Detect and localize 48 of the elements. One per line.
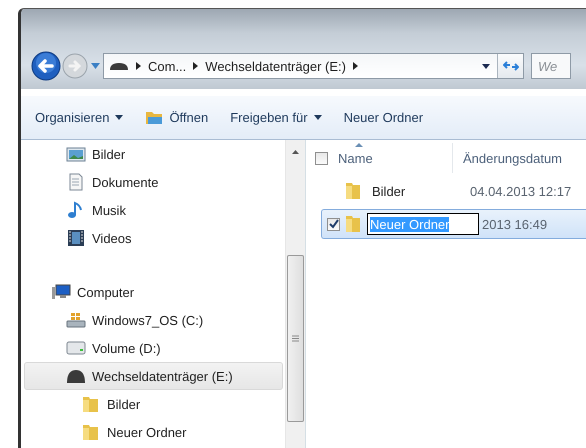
toolbar-button[interactable]: Neuer Ordner bbox=[344, 110, 424, 125]
computer-icon bbox=[51, 283, 71, 301]
tree-item[interactable]: Volume (D:) bbox=[24, 334, 283, 362]
caret-icon bbox=[115, 115, 124, 120]
column-header[interactable]: Änderungsdatum bbox=[463, 150, 562, 166]
tree-item[interactable]: Bilder bbox=[24, 140, 283, 168]
tree-item[interactable]: Neuer Ordner bbox=[24, 418, 283, 446]
film-icon bbox=[66, 229, 86, 247]
breadcrumb-link[interactable]: Wechseldatenträger (E:) bbox=[205, 58, 346, 74]
toolbar-button[interactable]: Organisieren bbox=[35, 110, 124, 125]
refresh-button[interactable] bbox=[497, 54, 523, 78]
address-bar[interactable]: Com... Wechseldatenträger (E:) bbox=[103, 53, 524, 79]
search-field[interactable]: We bbox=[531, 53, 571, 79]
drive-icon bbox=[109, 61, 129, 71]
scrollbar[interactable] bbox=[285, 140, 305, 448]
column-header[interactable]: Name bbox=[338, 150, 373, 166]
toolbar-button[interactable]: Freigeben für bbox=[230, 110, 322, 125]
scroll-up-arrow-icon[interactable] bbox=[292, 150, 299, 154]
chevron-icon[interactable] bbox=[136, 62, 141, 70]
drive-icon bbox=[66, 339, 86, 357]
scrollbar-thumb[interactable] bbox=[287, 255, 304, 422]
tree-item[interactable]: Computer bbox=[24, 278, 283, 306]
breadcrumb-link[interactable]: Com... bbox=[148, 58, 186, 74]
row-checkbox[interactable] bbox=[327, 218, 340, 230]
folder-icon bbox=[145, 110, 164, 125]
drive-icon bbox=[66, 311, 86, 329]
select-all-checkbox[interactable] bbox=[315, 152, 328, 164]
tree-item[interactable]: Windows7_OS (C:) bbox=[24, 306, 283, 334]
folder-icon bbox=[344, 215, 362, 233]
file-row[interactable]: Bilder 04.04.2013 12:17 bbox=[321, 176, 586, 206]
caret-icon bbox=[314, 115, 322, 120]
dropdown-arrow-icon[interactable] bbox=[482, 64, 490, 68]
picture-icon bbox=[66, 145, 86, 163]
chevron-icon[interactable] bbox=[193, 62, 198, 70]
tree-item[interactable]: Videos bbox=[24, 224, 283, 252]
folder-icon bbox=[81, 423, 101, 441]
folder-icon bbox=[344, 182, 362, 200]
back-button[interactable] bbox=[31, 51, 61, 81]
chevron-icon[interactable] bbox=[352, 62, 358, 70]
tree-item[interactable]: Bilder bbox=[24, 390, 283, 418]
drive-icon bbox=[66, 367, 86, 385]
tree-item[interactable]: Wechseldatenträger (E:) bbox=[24, 362, 283, 390]
refresh-icon bbox=[502, 60, 518, 72]
toolbar-button[interactable]: Öffnen bbox=[145, 110, 208, 125]
file-row[interactable]: Neuer Ordner 2013 16:49 bbox=[321, 209, 586, 239]
folder-icon bbox=[81, 395, 101, 413]
tree-item[interactable]: Musik bbox=[24, 196, 283, 224]
tree-item[interactable]: Dokumente bbox=[24, 168, 283, 196]
